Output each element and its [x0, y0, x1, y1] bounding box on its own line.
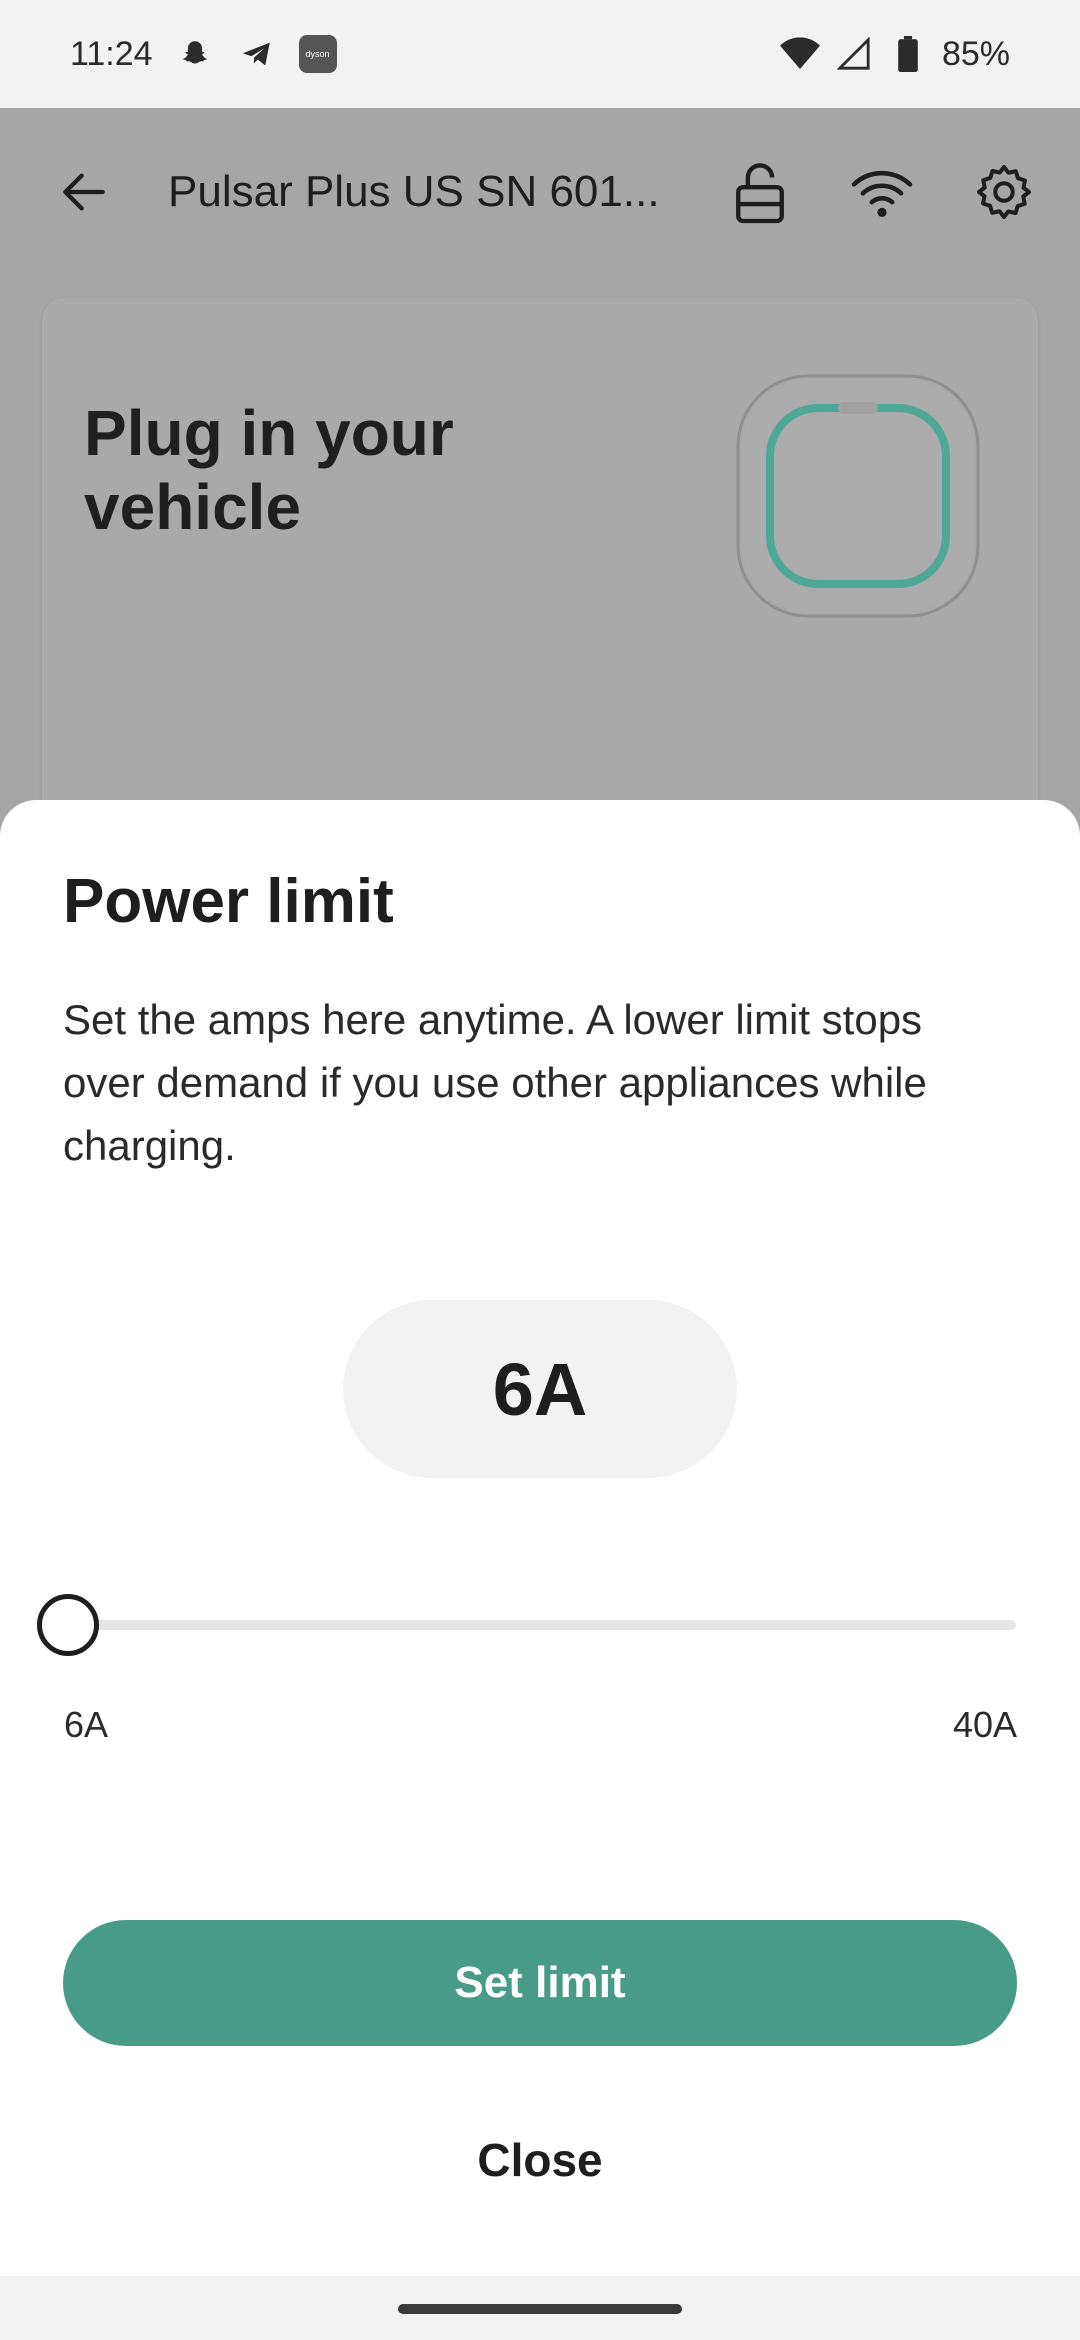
- slider-min-label: 6A: [64, 1704, 109, 1745]
- battery-percent: 85%: [941, 34, 1010, 73]
- wifi-signal-icon: [779, 34, 820, 74]
- app-bar: Pulsar Plus US SN 601...: [0, 108, 1080, 276]
- power-limit-sheet: Power limit Set the amps here anytime. A…: [0, 800, 1080, 2276]
- status-right: 85%: [779, 34, 1010, 74]
- cellular-signal-icon: [834, 34, 874, 74]
- current-amps-value: 6A: [343, 1300, 737, 1478]
- set-limit-button[interactable]: Set limit: [63, 1920, 1017, 2046]
- screen: 11:24 dyson 85% Pulsar Plus US SN 601...…: [0, 0, 1080, 2340]
- home-indicator[interactable]: [398, 2304, 682, 2314]
- amps-slider-thumb[interactable]: [37, 1594, 99, 1656]
- status-time: 11:24: [70, 34, 153, 73]
- wifi-icon[interactable]: [846, 156, 918, 228]
- slider-max-label: 40A: [952, 1704, 1017, 1745]
- back-arrow-icon[interactable]: [48, 156, 120, 228]
- close-button[interactable]: Close: [390, 2110, 690, 2210]
- dyson-icon: dyson: [298, 35, 337, 73]
- battery-icon: [888, 34, 928, 74]
- amps-slider-track[interactable]: [68, 1620, 1016, 1630]
- vehicle-status-title: Plug in your vehicle: [84, 397, 454, 543]
- unlock-icon[interactable]: [724, 156, 796, 228]
- settings-gear-icon[interactable]: [968, 156, 1040, 228]
- navigation-bar: [0, 2276, 1080, 2340]
- snapchat-icon: [175, 34, 215, 74]
- vehicle-status-card: Plug in your vehicle: [42, 298, 1038, 858]
- status-bar: 11:24 dyson 85%: [0, 0, 1080, 108]
- sheet-description: Set the amps here anytime. A lower limit…: [63, 996, 927, 1169]
- telegram-icon: [237, 34, 277, 74]
- device-title: Pulsar Plus US SN 601...: [168, 167, 660, 216]
- status-left: 11:24 dyson: [70, 34, 337, 74]
- charger-image: [728, 366, 988, 626]
- sheet-title: Power limit: [63, 867, 394, 936]
